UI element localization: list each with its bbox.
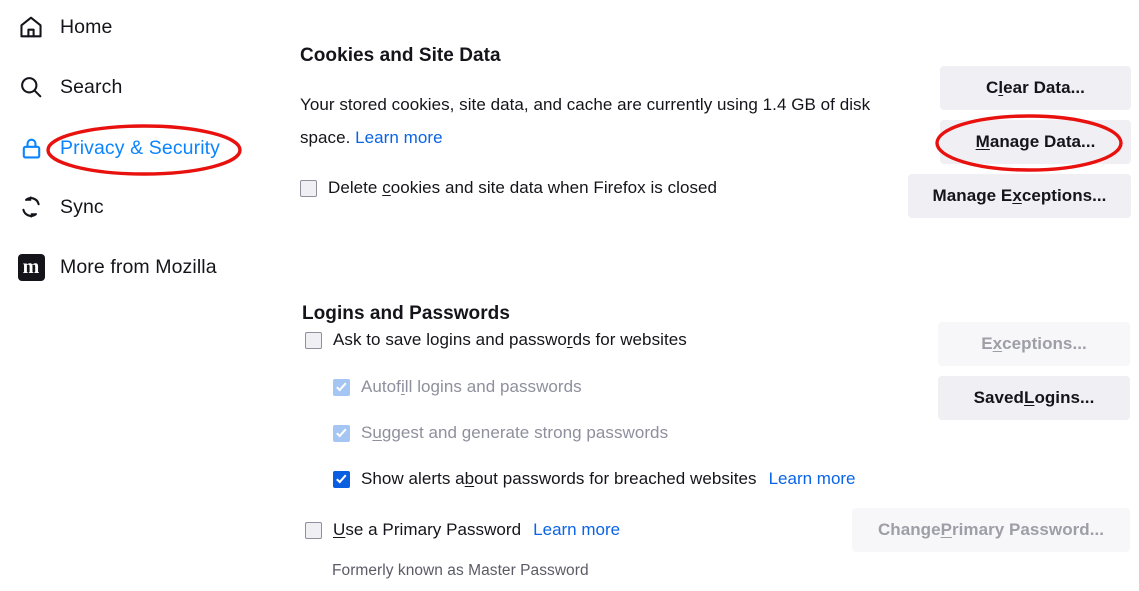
ask-to-save-logins-row[interactable]: Ask to save logins and passwords for web… xyxy=(305,330,687,350)
cookies-learn-more-link[interactable]: Learn more xyxy=(355,128,442,147)
cookies-section-title: Cookies and Site Data xyxy=(300,44,501,66)
change-primary-password-button[interactable]: Change Primary Password... xyxy=(852,508,1130,552)
ask-to-save-logins-label: Ask to save logins and passwords for web… xyxy=(333,330,687,349)
suggest-strong-passwords-checkbox xyxy=(333,424,350,442)
manage-exceptions-button[interactable]: Manage Ex ceptions... xyxy=(908,174,1131,218)
primary-password-learn-more-link[interactable]: Learn more xyxy=(533,520,620,540)
breach-alerts-checkbox[interactable] xyxy=(333,470,350,488)
preferences-privacy-page: Home Search Privacy & Security Sync m Mo… xyxy=(0,0,1139,591)
clear-data-button[interactable]: Cl ear Data... xyxy=(940,66,1131,110)
saved-logins-button[interactable]: Saved Logins... xyxy=(938,376,1130,420)
manage-data-button[interactable]: Manage Data... xyxy=(940,120,1131,164)
logins-section-title: Logins and Passwords xyxy=(302,302,510,324)
delete-cookies-on-close-checkbox[interactable] xyxy=(300,179,317,197)
cookies-description: Your stored cookies, site data, and cach… xyxy=(300,88,900,154)
autofill-logins-label: Autofill logins and passwords xyxy=(361,377,582,396)
suggest-strong-passwords-label: Suggest and generate strong passwords xyxy=(361,423,669,442)
use-primary-password-checkbox[interactable] xyxy=(305,521,322,539)
breach-alerts-label: Show alerts about passwords for breached… xyxy=(361,469,757,488)
ask-to-save-logins-checkbox[interactable] xyxy=(305,331,322,349)
logins-exceptions-button[interactable]: Ex ceptions... xyxy=(938,322,1130,366)
autofill-logins-row: Autofill logins and passwords xyxy=(333,377,582,397)
breach-alerts-learn-more-link[interactable]: Learn more xyxy=(769,469,856,489)
primary-password-note: Formerly known as Master Password xyxy=(332,562,589,579)
breach-alerts-row[interactable]: Show alerts about passwords for breached… xyxy=(333,469,856,489)
delete-cookies-on-close-row[interactable]: Delete cookies and site data when Firefo… xyxy=(300,178,717,198)
use-primary-password-label: Use a Primary Password xyxy=(333,520,522,539)
use-primary-password-row[interactable]: Use a Primary Password Learn more xyxy=(305,520,620,540)
suggest-strong-passwords-row: Suggest and generate strong passwords xyxy=(333,423,668,443)
autofill-logins-checkbox xyxy=(333,378,350,396)
preferences-main-content: Cookies and Site Data Your stored cookie… xyxy=(0,0,1139,591)
delete-cookies-on-close-label: Delete cookies and site data when Firefo… xyxy=(328,178,718,197)
